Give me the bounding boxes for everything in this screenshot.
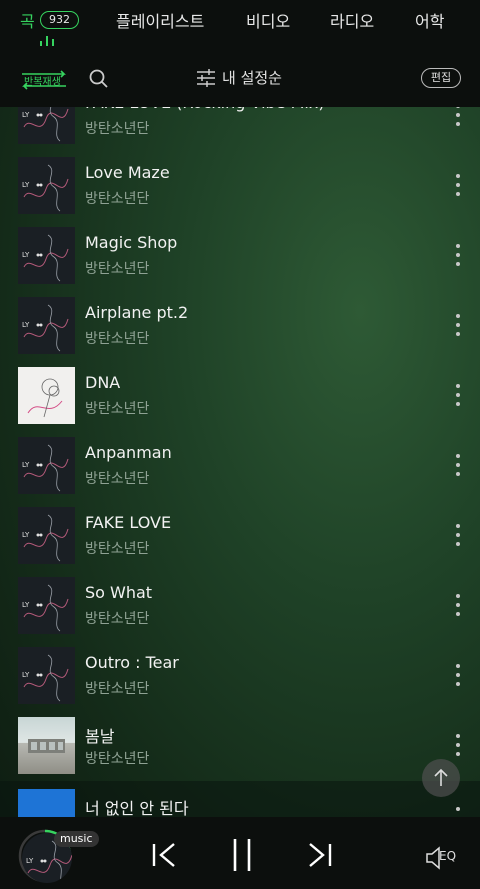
svg-text:LY: LY [22, 321, 30, 329]
header: 곡 932 플레이리스트 비디오 라디오 어학 반복재생 내 설정순 편집 [0, 0, 480, 107]
song-artist: 방탄소년단 [85, 401, 150, 417]
mini-player: LY music EQ [0, 817, 480, 889]
song-artist: 방탄소년단 [85, 471, 150, 487]
song-artist: 방탄소년단 [85, 331, 150, 347]
more-options-icon[interactable] [452, 174, 464, 196]
pause-icon[interactable] [228, 837, 256, 873]
photo-graphic [28, 739, 65, 753]
song-artist: 방탄소년단 [85, 541, 150, 557]
album-art: LY [18, 227, 75, 284]
album-art: LY [18, 507, 75, 564]
svg-text:LY: LY [22, 181, 30, 189]
repeat-button[interactable]: 반복재생 [18, 68, 70, 90]
song-artist: 방탄소년단 [85, 191, 150, 207]
album-art-graphic: LY [22, 514, 69, 562]
song-row[interactable]: LY Anpanman 방탄소년단 [0, 428, 480, 498]
song-artist: 방탄소년단 [85, 681, 150, 697]
more-options-icon[interactable] [452, 384, 464, 406]
song-artist: 방탄소년단 [85, 751, 150, 767]
album-art [18, 789, 75, 817]
song-row[interactable]: LY Love Maze 방탄소년단 [0, 148, 480, 218]
song-title: FAKE LOVE [85, 513, 172, 532]
more-options-icon[interactable] [452, 314, 464, 336]
more-options-icon[interactable] [452, 104, 464, 126]
next-icon[interactable] [306, 841, 334, 869]
song-row[interactable]: LY Airplane pt.2 방탄소년단 [0, 288, 480, 358]
album-art-graphic: LY [22, 234, 69, 282]
music-badge: music [54, 831, 99, 847]
song-row[interactable]: LY Outro : Tear 방탄소년단 [0, 638, 480, 708]
repeat-label: 반복재생 [24, 77, 61, 88]
equalizer-icon [40, 36, 56, 46]
song-title: Anpanman [85, 443, 172, 462]
album-art: LY [18, 297, 75, 354]
album-art: LY [18, 577, 75, 634]
more-options-icon[interactable] [452, 454, 464, 476]
tab-video[interactable]: 비디오 [246, 8, 290, 32]
song-title: So What [85, 583, 153, 602]
album-art: LY [18, 647, 75, 704]
song-row[interactable]: DNA 방탄소년단 [0, 358, 480, 428]
song-title: 너 없인 안 된다 [85, 799, 189, 817]
album-art [18, 367, 75, 424]
song-title: Magic Shop [85, 233, 178, 252]
tab-playlist[interactable]: 플레이리스트 [116, 8, 204, 32]
song-artist: 방탄소년단 [85, 261, 150, 277]
song-row[interactable]: LY FAKE LOVE 방탄소년단 [0, 498, 480, 568]
scroll-to-top-button[interactable] [422, 759, 460, 797]
song-row[interactable]: 너 없인 안 된다 [0, 781, 480, 817]
album-art-graphic: LY [22, 164, 69, 212]
song-count-badge: 932 [40, 11, 79, 29]
album-art: LY [18, 437, 75, 494]
more-options-icon[interactable] [452, 734, 464, 756]
svg-text:LY: LY [26, 857, 34, 865]
more-options-icon[interactable] [452, 244, 464, 266]
tab-language[interactable]: 어학 [415, 8, 444, 32]
tab-bar: 곡 932 플레이리스트 비디오 라디오 어학 [0, 0, 480, 50]
svg-text:LY: LY [22, 111, 30, 119]
more-options-icon[interactable] [452, 594, 464, 616]
previous-icon[interactable] [150, 841, 178, 869]
sort-label[interactable]: 내 설정순 [222, 67, 282, 88]
song-artist: 방탄소년단 [85, 121, 150, 137]
tab-radio[interactable]: 라디오 [330, 8, 374, 32]
svg-text:LY: LY [22, 601, 30, 609]
more-options-icon[interactable] [452, 524, 464, 546]
song-title: 봄날 [85, 727, 115, 746]
svg-text:LY: LY [22, 461, 30, 469]
more-options-icon[interactable] [452, 664, 464, 686]
song-row[interactable]: 봄날 방탄소년단 [0, 708, 480, 778]
album-art-graphic: LY [22, 584, 69, 632]
album-art-graphic: LY [22, 654, 69, 702]
song-title: Love Maze [85, 163, 170, 182]
song-row[interactable]: LY So What 방탄소년단 [0, 568, 480, 638]
svg-text:LY: LY [22, 531, 30, 539]
eq-label: EQ [439, 849, 457, 863]
sort-settings-icon[interactable] [196, 68, 216, 88]
song-row[interactable]: LY Magic Shop 방탄소년단 [0, 218, 480, 288]
song-title: Airplane pt.2 [85, 303, 189, 322]
search-icon[interactable] [88, 68, 110, 90]
svg-text:LY: LY [22, 251, 30, 259]
edit-button[interactable]: 편집 [421, 68, 461, 88]
song-title: Outro : Tear [85, 653, 179, 672]
tab-songs[interactable]: 곡 [20, 8, 35, 32]
album-art: LY [18, 157, 75, 214]
song-artist: 방탄소년단 [85, 611, 150, 627]
album-art [18, 717, 75, 774]
album-art-graphic: LY [22, 444, 69, 492]
album-art-graphic: LY [22, 304, 69, 352]
eq-button[interactable]: EQ [425, 845, 461, 871]
arrow-up-icon [434, 768, 448, 786]
svg-text:LY: LY [22, 671, 30, 679]
flower-graphic [27, 378, 63, 418]
more-options-icon[interactable] [452, 807, 464, 817]
song-title: DNA [85, 373, 121, 392]
